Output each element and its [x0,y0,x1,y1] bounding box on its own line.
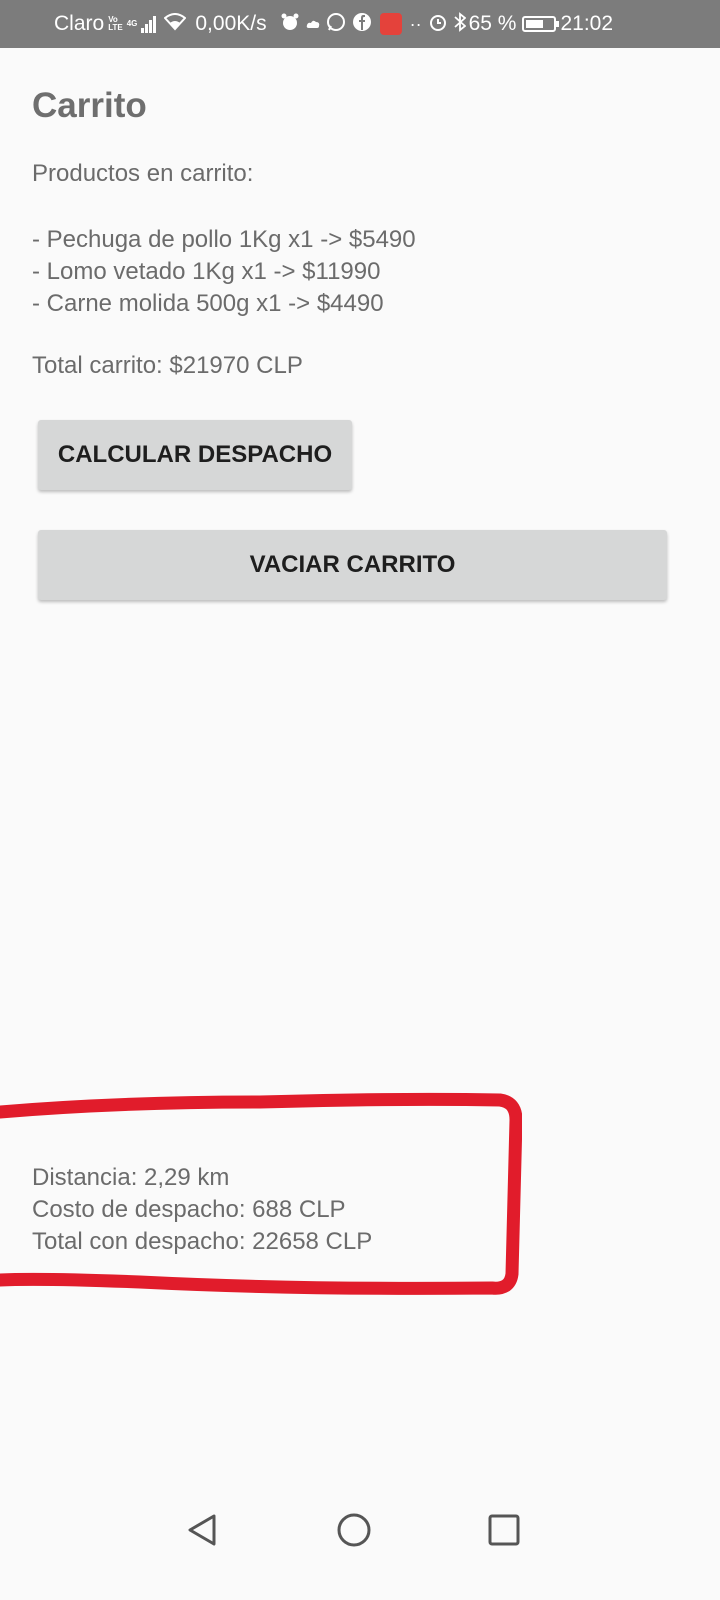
network-type-label: 4G [126,19,138,28]
network-speed: 0,00K/s [195,12,267,35]
list-item: - Lomo vetado 1Kg x1 -> $11990 [32,258,381,285]
more-icon: ·· [409,13,422,34]
products-label: Productos en carrito: [32,160,254,187]
battery-percent: 65 % [468,12,517,35]
list-item: - Pechuga de pollo 1Kg x1 -> $5490 [32,226,416,253]
whatsapp-icon [326,12,346,37]
shipping-cost: Costo de despacho: 688 CLP [32,1196,346,1223]
status-bar: Claro Vo LTE 4G 0,00K/s ·· 65 % 21:02 [0,0,720,48]
alarm-icon [280,12,300,37]
page-title: Carrito [32,86,147,125]
empty-cart-button[interactable]: VACIAR CARRITO [38,530,667,600]
bluetooth-icon [453,11,466,37]
battery-icon [522,16,560,32]
navigation-bar [0,1486,720,1572]
shop-app-icon [379,13,402,35]
alarm-clock-icon [428,12,448,37]
shipping-total: Total con despacho: 22658 CLP [32,1228,373,1255]
shipping-distance: Distancia: 2,29 km [32,1164,230,1191]
volte-indicator: Vo LTE [108,16,123,32]
calculate-shipping-button[interactable]: CALCULAR DESPACHO [38,420,352,490]
volte-bottom: LTE [108,23,123,32]
clock: 21:02 [560,12,614,35]
wifi-icon [163,12,187,36]
home-icon[interactable] [336,1512,372,1548]
back-icon[interactable] [184,1512,220,1548]
recents-icon[interactable] [486,1512,522,1548]
shipping-info: Distancia: 2,29 km Costo de despacho: 68… [32,1162,372,1258]
signal-icon [141,15,157,33]
cloud-icon [306,14,320,35]
facebook-icon [352,12,372,37]
network-type: 4G [127,20,138,28]
cart-total: Total carrito: $21970 CLP [32,352,303,379]
product-list: - Pechuga de pollo 1Kg x1 -> $5490 - Lom… [32,224,416,320]
carrier-name: Claro [54,12,105,35]
list-item: - Carne molida 500g x1 -> $4490 [32,290,384,317]
